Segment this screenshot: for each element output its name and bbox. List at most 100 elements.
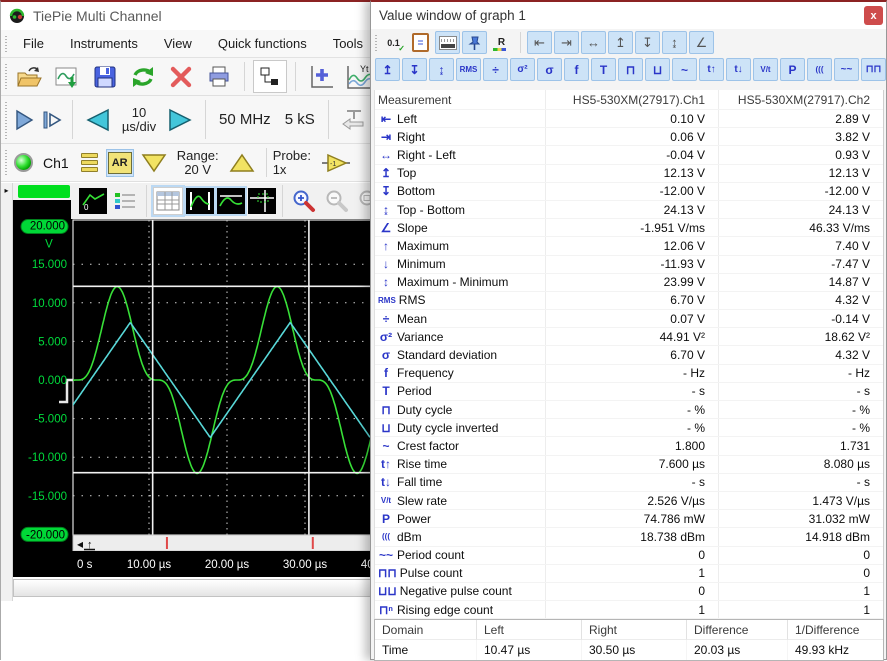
measurement-row[interactable]: ↔Right - Left-0.04 V0.93 V	[375, 145, 883, 163]
object-tree-button[interactable]	[253, 60, 287, 93]
offset-zero-button[interactable]: 0	[79, 188, 107, 214]
oscilloscope-plot[interactable]: 20.00015.00010.0005.0000.000-5.000-10.00…	[13, 219, 385, 577]
measurement-row[interactable]: ⊓ⁿRising edge count11	[375, 600, 883, 618]
envelope-button[interactable]	[186, 188, 214, 214]
right-minus-left-button[interactable]: ↔	[581, 31, 606, 54]
open-button[interactable]	[12, 60, 46, 93]
power-button[interactable]: P	[780, 58, 805, 81]
left-value-button[interactable]: ⇤	[527, 31, 552, 54]
measurement-row[interactable]: RMSRMS6.70 V4.32 V	[375, 291, 883, 309]
toolbar-grip[interactable]	[373, 33, 379, 52]
rms-button[interactable]: RMS	[456, 58, 481, 81]
value-window-title-bar[interactable]: Value window of graph 1	[371, 2, 886, 29]
range-up-button[interactable]	[226, 150, 258, 176]
measurement-row[interactable]: ↧Bottom-12.00 V-12.00 V	[375, 182, 883, 200]
slope-button[interactable]: ∠	[689, 31, 714, 54]
measurement-row[interactable]: ⇥Right0.06 V3.82 V	[375, 127, 883, 145]
header-channel2[interactable]: HS5-530XM(27917).Ch2	[718, 90, 883, 109]
menu-quick-functions[interactable]: Quick functions	[205, 36, 320, 51]
value-table-button[interactable]	[153, 187, 183, 215]
record-length-value[interactable]: 5 kS	[285, 111, 315, 128]
start-button[interactable]	[12, 107, 36, 133]
graph-horizontal-scrollbar[interactable]	[13, 579, 385, 597]
probe-gain-button[interactable]: -1	[319, 150, 353, 176]
measurement-row[interactable]: ↑Maximum12.06 V7.40 V	[375, 236, 883, 254]
pulse-count-button[interactable]: ⊓⊓	[861, 58, 886, 81]
zoom-in-button[interactable]	[289, 187, 319, 215]
measurement-row[interactable]: ⊔⊔Negative pulse count01	[375, 582, 883, 600]
menu-grip[interactable]	[3, 34, 9, 53]
maximum-button[interactable]: ↥	[375, 58, 400, 81]
panel-collapse-strip[interactable]: ▸	[1, 183, 13, 601]
source-colors-button[interactable]: R	[489, 31, 514, 54]
period-button[interactable]: T	[591, 58, 616, 81]
coupling-icon[interactable]	[81, 153, 98, 172]
trigger-position-button[interactable]	[337, 105, 371, 135]
right-value-button[interactable]: ⇥	[554, 31, 579, 54]
maximum-minus-minimum-button[interactable]: ↨	[429, 58, 454, 81]
timebase-faster-button[interactable]	[165, 106, 197, 134]
refresh-button[interactable]	[126, 60, 160, 93]
top-minus-bottom-button[interactable]: ↨	[662, 31, 687, 54]
measurement-row[interactable]: V/tSlew rate2.526 V/µs1.473 V/µs	[375, 491, 883, 509]
toolbar-grip[interactable]	[3, 148, 9, 177]
duty-cycle-button[interactable]: ⊓	[618, 58, 643, 81]
measurement-row[interactable]: ~Crest factor1.8001.731	[375, 436, 883, 454]
measurement-row[interactable]: ⊔Duty cycle inverted- %- %	[375, 418, 883, 436]
standard-deviation-button[interactable]: σ	[537, 58, 562, 81]
measurement-row[interactable]: ↕Maximum - Minimum23.99 V14.87 V	[375, 273, 883, 291]
measurement-row[interactable]: ÷Mean0.07 V-0.14 V	[375, 309, 883, 327]
measurement-row[interactable]: ↥Top12.13 V12.13 V	[375, 164, 883, 182]
toolbar-grip[interactable]	[3, 100, 9, 139]
menu-instruments[interactable]: Instruments	[57, 36, 151, 51]
copy-to-clipboard-button[interactable]: ≣	[408, 31, 433, 54]
period-count-button[interactable]: ~~	[834, 58, 859, 81]
measurement-row[interactable]: PPower74.786 mW31.032 mW	[375, 509, 883, 527]
show-value-table-button[interactable]	[435, 31, 460, 54]
menu-file[interactable]: File	[10, 36, 57, 51]
header-channel1[interactable]: HS5-530XM(27917).Ch1	[545, 90, 718, 109]
graph-active-indicator[interactable]	[18, 185, 70, 198]
save-image-button[interactable]	[50, 60, 84, 93]
measurement-row[interactable]: ⊓Duty cycle- %- %	[375, 400, 883, 418]
measurement-row[interactable]: ⊓⊓Pulse count10	[375, 564, 883, 582]
measure-lines-button[interactable]	[217, 188, 245, 214]
minimum-button[interactable]: ↧	[402, 58, 427, 81]
rise-time-button[interactable]: t↑	[699, 58, 724, 81]
measurement-row[interactable]: ↨Top - Bottom24.13 V24.13 V	[375, 200, 883, 218]
menu-tools[interactable]: Tools	[320, 36, 376, 51]
top-value-button[interactable]: ↥	[608, 31, 633, 54]
menu-view[interactable]: View	[151, 36, 205, 51]
measurement-row[interactable]: ⇤Left0.10 V2.89 V	[375, 109, 883, 127]
pin-window-button[interactable]	[462, 31, 487, 54]
zoom-region-button[interactable]	[248, 188, 276, 214]
measurement-row[interactable]: σ²Variance44.91 V²18.62 V²	[375, 327, 883, 345]
slew-rate-button[interactable]: V/t	[753, 58, 778, 81]
sample-rate-value[interactable]: 50 MHz	[219, 111, 271, 128]
measurement-row[interactable]: ∠Slope-1.951 V/ms46.33 V/ms	[375, 218, 883, 236]
zoom-out-button[interactable]	[322, 187, 352, 215]
measurement-row[interactable]: fFrequency- Hz- Hz	[375, 364, 883, 382]
crest-factor-button[interactable]: ~	[672, 58, 697, 81]
measurement-row[interactable]: ~~Period count00	[375, 546, 883, 564]
measurement-row[interactable]: ↓Minimum-11.93 V-7.47 V	[375, 255, 883, 273]
measurement-row[interactable]: (((dBm18.738 dBm14.918 dBm	[375, 527, 883, 545]
variance-button[interactable]: σ²	[510, 58, 535, 81]
one-shot-button[interactable]	[40, 107, 64, 133]
bottom-value-button[interactable]: ↧	[635, 31, 660, 54]
frequency-button[interactable]: f	[564, 58, 589, 81]
decimals-button[interactable]: 0.1 ✓	[381, 31, 406, 54]
measurement-row[interactable]: t↑Rise time7.600 µs8.080 µs	[375, 455, 883, 473]
timebase-slower-button[interactable]	[81, 106, 113, 134]
measurement-row[interactable]: TPeriod- s- s	[375, 382, 883, 400]
range-down-button[interactable]	[138, 150, 170, 176]
add-graph-button[interactable]	[304, 60, 338, 93]
legend-button[interactable]	[110, 187, 140, 215]
print-button[interactable]	[202, 60, 236, 93]
measurement-row[interactable]: t↓Fall time- s- s	[375, 473, 883, 491]
fall-time-button[interactable]: t↓	[726, 58, 751, 81]
mean-button[interactable]: ÷	[483, 58, 508, 81]
delete-button[interactable]	[164, 60, 198, 93]
close-button[interactable]: x	[864, 6, 883, 25]
measurement-row[interactable]: σStandard deviation6.70 V4.32 V	[375, 345, 883, 363]
